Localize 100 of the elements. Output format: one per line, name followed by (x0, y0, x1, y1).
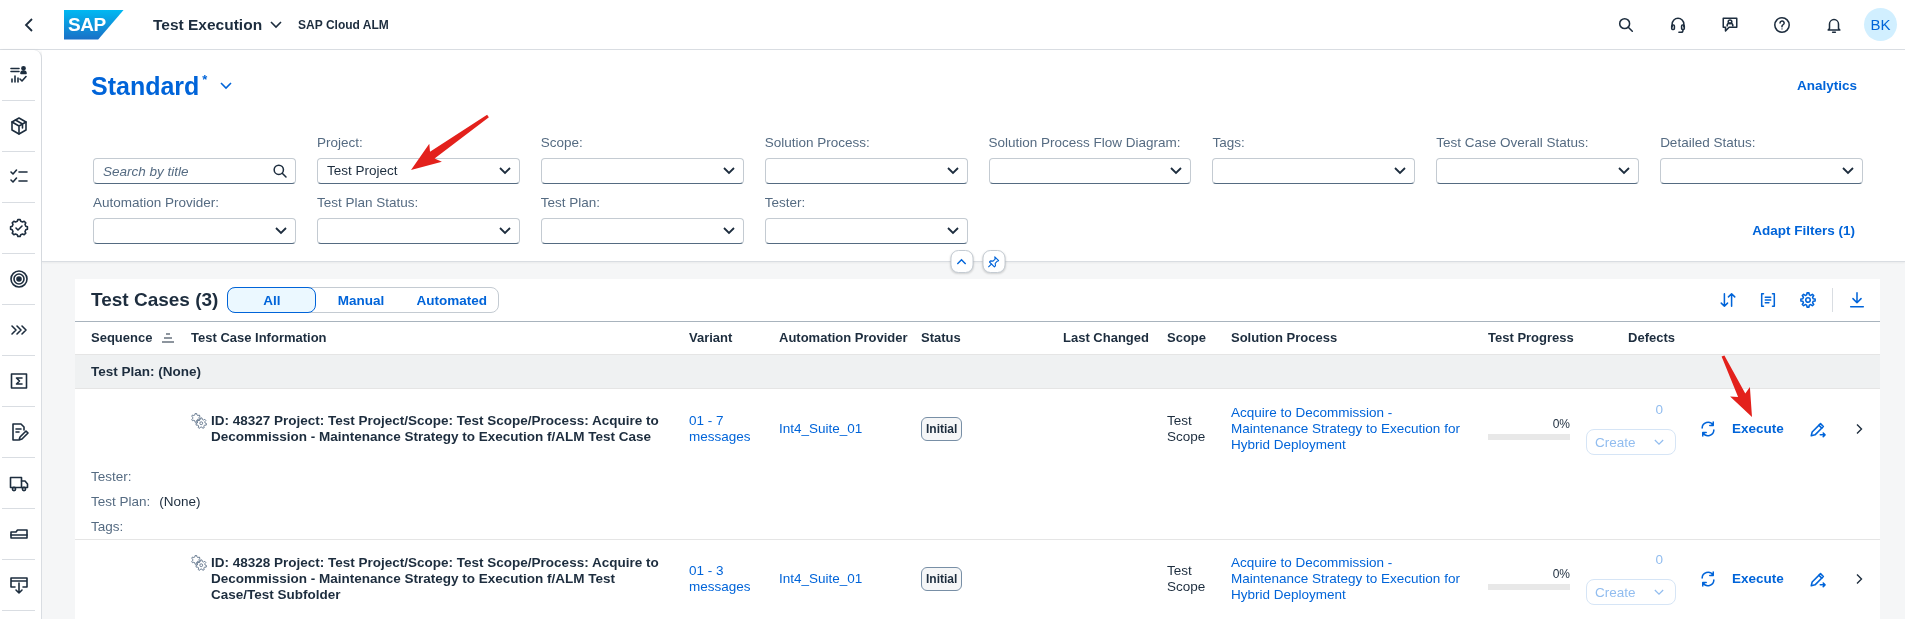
filter-label: Detailed Status: (1660, 134, 1757, 152)
gears-icon (191, 554, 207, 571)
dropdown-field[interactable] (764, 218, 968, 244)
dropdown-field[interactable] (1212, 158, 1416, 184)
gears-icon (191, 412, 207, 429)
segment-button[interactable]: All (227, 287, 317, 313)
chevron-up-icon (956, 258, 967, 265)
chevron-left-icon[interactable] (24, 16, 34, 33)
provider-link[interactable]: Int4_Suite_01 (779, 570, 863, 586)
dropdown-field[interactable] (988, 158, 1192, 184)
dropdown-field[interactable] (1436, 158, 1640, 184)
filter-label: Test Plan: (540, 194, 602, 212)
column-header[interactable]: Scope (1167, 330, 1206, 346)
chevron-down-icon[interactable] (1618, 167, 1631, 175)
dropdown-field[interactable] (764, 158, 968, 184)
search-icon[interactable] (1617, 15, 1635, 34)
collapse-button[interactable] (950, 250, 973, 273)
search-icon[interactable] (271, 163, 288, 179)
annotation-arrow (1720, 354, 1754, 418)
dropdown-field[interactable]: Test Project (316, 158, 520, 184)
sigma-box-icon[interactable] (8, 371, 29, 391)
badge-check-icon[interactable] (8, 218, 29, 238)
variant-title[interactable]: Standard (91, 71, 200, 101)
detail-value: (None) (159, 493, 201, 510)
chevron-down-icon[interactable] (270, 20, 283, 29)
chevron-down-icon[interactable] (722, 227, 735, 235)
column-header[interactable]: Test Progress (1488, 330, 1574, 346)
variant-link[interactable]: 01 - 3 messages (689, 562, 769, 595)
execute-link[interactable]: Execute (1732, 570, 1784, 587)
help-icon[interactable] (1773, 15, 1791, 34)
analytics-link[interactable]: Analytics (1796, 78, 1857, 94)
dropdown-field[interactable] (540, 158, 744, 184)
pin-icon (987, 255, 1000, 268)
target-icon[interactable] (8, 269, 29, 289)
chevron-down-icon[interactable] (946, 227, 959, 235)
dropdown-field[interactable] (93, 218, 296, 244)
chevron-down-icon[interactable] (1394, 167, 1407, 175)
search-field[interactable]: Search by title (93, 158, 296, 184)
execute-link[interactable]: Execute (1732, 420, 1784, 437)
filter-label: Project: (316, 134, 364, 152)
scope-text: Test Scope (1167, 412, 1207, 445)
chevron-down-icon[interactable] (1842, 167, 1854, 175)
chevron-right-icon[interactable] (1855, 422, 1863, 435)
settings-icon[interactable] (1799, 291, 1817, 309)
dropdown-field[interactable] (540, 218, 744, 244)
chevron-down-icon[interactable] (498, 227, 511, 235)
chevron-down-icon[interactable] (498, 167, 511, 175)
segment-button[interactable]: Automated (405, 287, 498, 313)
filter-label: Solution Process Flow Diagram: (988, 134, 1182, 152)
logo[interactable]: SAP (64, 9, 124, 40)
filter-label: Tags: (1212, 134, 1246, 152)
download-tray-icon[interactable] (8, 575, 29, 595)
column-header[interactable]: Automation Provider (779, 330, 908, 346)
refresh-icon[interactable] (1699, 419, 1717, 438)
column-header[interactable]: Test Case Information (191, 330, 327, 346)
table-title: Test Cases (3) (91, 289, 219, 311)
column-header[interactable]: Sequence (91, 330, 176, 346)
column-header[interactable]: Last Changed (1063, 330, 1149, 346)
scope-text: Test Scope (1167, 562, 1207, 595)
detail-label: Tester: (91, 468, 132, 485)
modified-marker: * (202, 73, 208, 87)
detail-label: Tags: (91, 518, 124, 535)
chevron-right-icon[interactable] (1855, 572, 1863, 585)
progress-percent: 0% (1552, 567, 1570, 581)
headset-icon[interactable] (1669, 15, 1687, 34)
filter-label: Test Plan Status: (316, 194, 420, 212)
segment-button[interactable]: Manual (316, 287, 406, 313)
refresh-icon[interactable] (1699, 569, 1717, 588)
filter-label: Scope: (540, 134, 584, 152)
list-check-icon[interactable] (8, 65, 29, 85)
download-icon[interactable] (1848, 291, 1866, 309)
chevron-down-icon[interactable] (1170, 167, 1183, 175)
dropdown-field[interactable] (316, 218, 520, 244)
group-header: Test Plan: (None) (75, 355, 1880, 389)
app-title[interactable]: Test Execution (153, 14, 263, 35)
sort-indicator-icon[interactable] (161, 332, 176, 344)
solution-process-link[interactable]: Acquire to Decommission - Maintenance Strategy to Execution for Hybrid Deployment (1231, 554, 1467, 603)
cube-icon[interactable] (8, 116, 29, 136)
column-header[interactable]: Status (921, 330, 961, 346)
chevron-down-icon[interactable] (722, 167, 735, 175)
column-header[interactable]: Defects (1628, 330, 1675, 346)
column-header[interactable]: Solution Process (1231, 330, 1338, 346)
adapt-filters-link[interactable]: Adapt Filters (1) (1752, 218, 1855, 244)
sort-icon[interactable] (1719, 291, 1737, 309)
chevron-down-icon[interactable] (274, 227, 287, 235)
dropdown-field[interactable] (1660, 158, 1863, 184)
column-header[interactable]: Variant (689, 330, 733, 346)
variant-link[interactable]: 01 - 7 messages (689, 412, 769, 445)
detail-label: Test Plan: (91, 493, 151, 510)
provider-link[interactable]: Int4_Suite_01 (779, 420, 863, 436)
bracket-list-icon[interactable] (1759, 291, 1777, 309)
solution-process-link[interactable]: Acquire to Decommission - Maintenance Strategy to Execution for Hybrid Deployment (1231, 404, 1467, 453)
test-case-title: ID: 48327 Project: Test Project/Scope: Test Scope/Process: Acquire to Decommission - Maintenance Strategy to Execution f/ALM Test Case (211, 412, 660, 445)
filter-label: Tester: (764, 194, 807, 212)
chat-bubble-icon[interactable] (1721, 15, 1739, 34)
status-tag: Initial (921, 566, 963, 591)
status-tag: Initial (921, 416, 963, 441)
user-avatar[interactable]: BK (1864, 8, 1897, 41)
chevron-down-icon[interactable] (946, 167, 959, 175)
pin-button[interactable] (982, 250, 1005, 273)
